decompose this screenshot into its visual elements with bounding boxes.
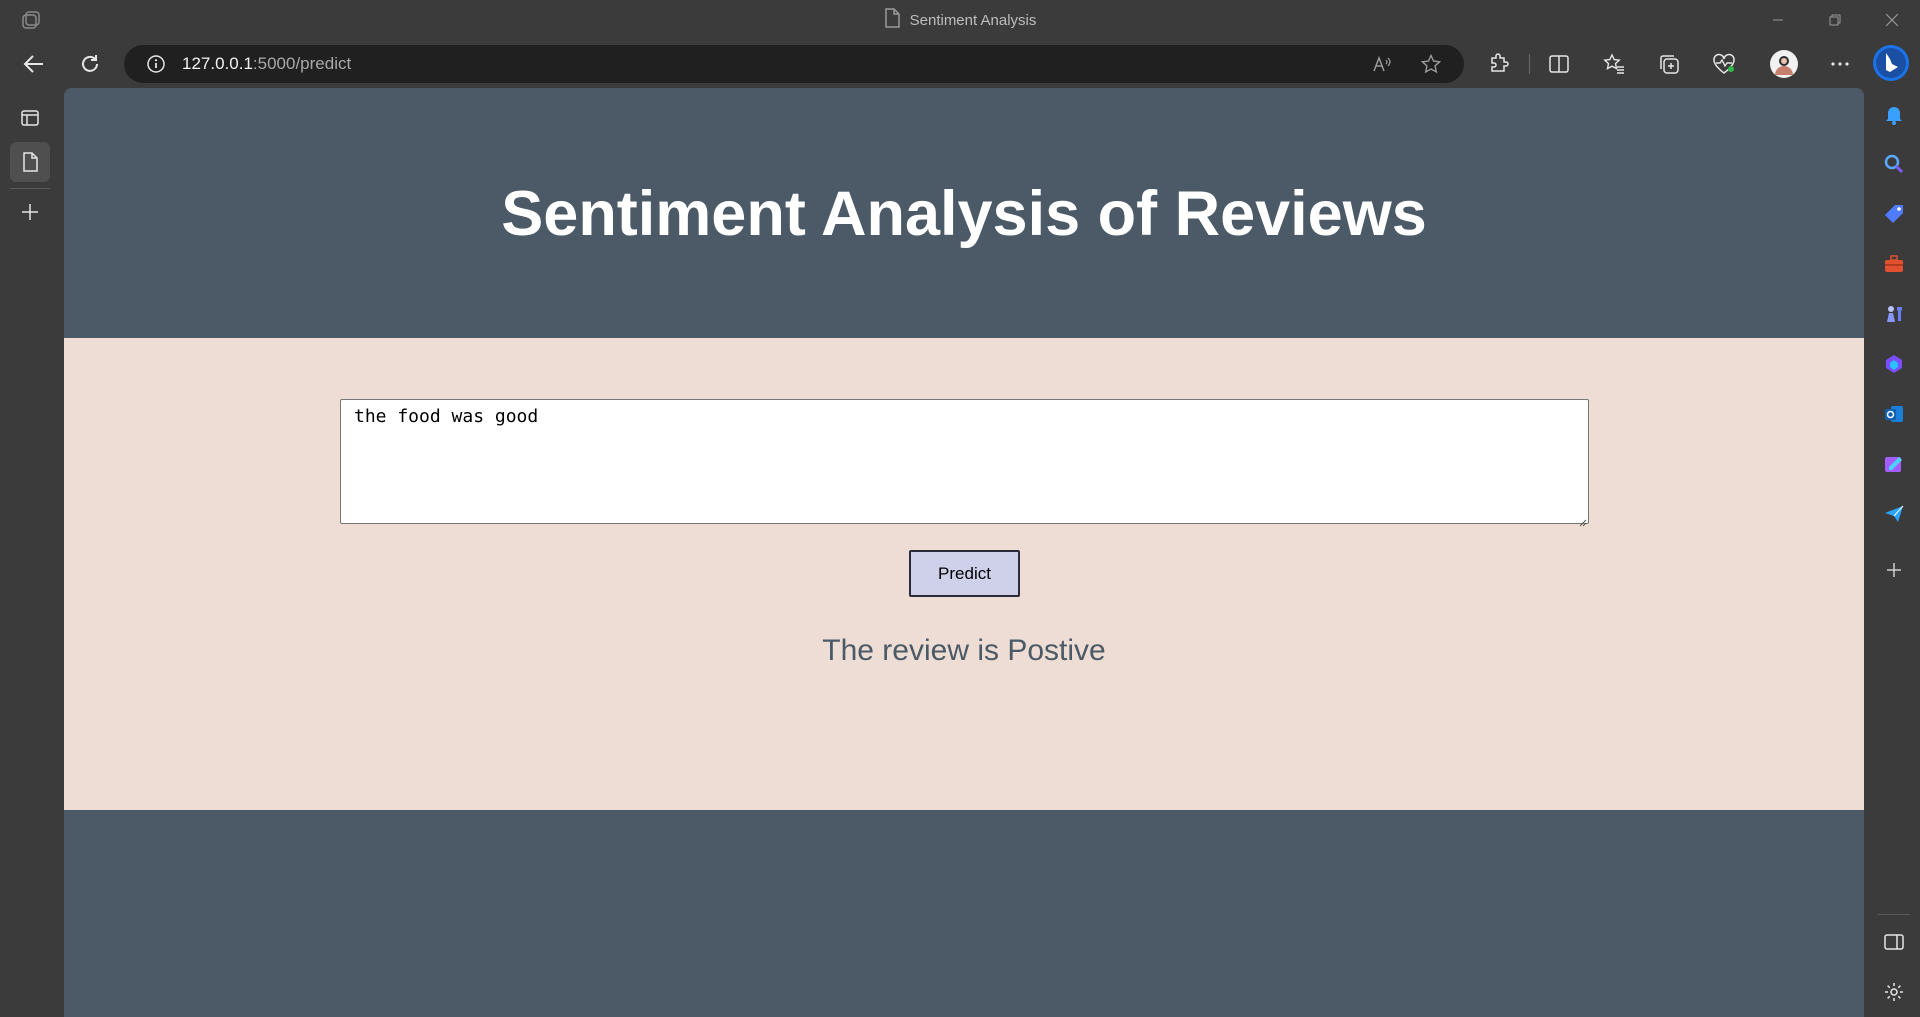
browser-essentials-icon[interactable] bbox=[1712, 52, 1736, 76]
sidebar-settings-gear-icon[interactable] bbox=[1882, 980, 1906, 1004]
page-title: Sentiment Analysis of Reviews bbox=[501, 179, 1427, 249]
send-drop-icon[interactable] bbox=[1882, 502, 1906, 526]
collections-icon[interactable] bbox=[1657, 52, 1681, 76]
close-button[interactable] bbox=[1863, 0, 1920, 40]
refresh-button[interactable] bbox=[72, 46, 108, 82]
back-button[interactable] bbox=[16, 46, 52, 82]
designer-icon[interactable] bbox=[1882, 452, 1906, 476]
browser-window: Sentiment Analysis 127.0.0.1:5000/predic… bbox=[0, 0, 1920, 1017]
more-options-icon[interactable] bbox=[1828, 52, 1852, 76]
prediction-result: The review is Postive bbox=[822, 634, 1106, 667]
url-path: :5000/predict bbox=[252, 54, 352, 73]
page-main-section: the food was good Predict The review is … bbox=[64, 338, 1864, 810]
search-icon[interactable] bbox=[1882, 152, 1906, 176]
address-bar[interactable]: 127.0.0.1:5000/predict bbox=[124, 45, 1464, 83]
notifications-bell-icon[interactable] bbox=[1882, 102, 1906, 126]
toolbar-separator bbox=[1529, 54, 1530, 74]
vertical-tab-strip bbox=[0, 88, 64, 1017]
profile-avatar[interactable] bbox=[1770, 50, 1798, 78]
window-title: Sentiment Analysis bbox=[884, 8, 1037, 32]
window-controls bbox=[1749, 0, 1920, 40]
favorite-star-icon[interactable] bbox=[1420, 53, 1442, 74]
site-info-icon[interactable] bbox=[146, 54, 166, 74]
minimize-button[interactable] bbox=[1749, 0, 1806, 40]
tab-panel-icon[interactable] bbox=[10, 98, 50, 138]
hide-sidebar-icon[interactable] bbox=[1882, 930, 1906, 954]
tools-briefcase-icon[interactable] bbox=[1882, 252, 1906, 276]
read-aloud-icon[interactable] bbox=[1372, 54, 1392, 74]
tab-sentiment-analysis[interactable] bbox=[10, 142, 50, 182]
navigation-bar: 127.0.0.1:5000/predict bbox=[0, 40, 1920, 88]
title-bar: Sentiment Analysis bbox=[0, 0, 1920, 40]
sidebar-divider bbox=[1878, 914, 1910, 915]
page-viewport: Sentiment Analysis of Reviews the food w… bbox=[64, 88, 1864, 1017]
restore-button[interactable] bbox=[1806, 0, 1863, 40]
window-title-text: Sentiment Analysis bbox=[909, 11, 1037, 29]
url-host: 127.0.0.1 bbox=[182, 54, 253, 73]
textarea-resize-handle[interactable] bbox=[1579, 514, 1587, 527]
new-tab-button[interactable] bbox=[10, 192, 50, 232]
add-sidebar-app-icon[interactable] bbox=[1882, 558, 1906, 582]
games-chess-icon[interactable] bbox=[1882, 302, 1906, 326]
microsoft-365-icon[interactable] bbox=[1882, 352, 1906, 376]
split-screen-icon[interactable] bbox=[1547, 52, 1571, 76]
tab-strip-divider bbox=[10, 188, 50, 189]
favorites-icon[interactable] bbox=[1602, 52, 1626, 76]
outlook-icon[interactable] bbox=[1882, 402, 1906, 426]
tab-actions-icon[interactable] bbox=[20, 10, 44, 32]
shopping-tag-icon[interactable] bbox=[1882, 202, 1906, 226]
extensions-icon[interactable] bbox=[1487, 52, 1511, 76]
page-footer bbox=[64, 810, 1864, 1017]
page-header: Sentiment Analysis of Reviews bbox=[64, 88, 1864, 338]
edge-sidebar bbox=[1868, 40, 1920, 1017]
url-text[interactable]: 127.0.0.1:5000/predict bbox=[182, 54, 351, 74]
predict-button[interactable]: Predict bbox=[909, 550, 1020, 597]
review-textarea[interactable]: the food was good bbox=[340, 399, 1589, 524]
page-icon bbox=[884, 8, 900, 32]
